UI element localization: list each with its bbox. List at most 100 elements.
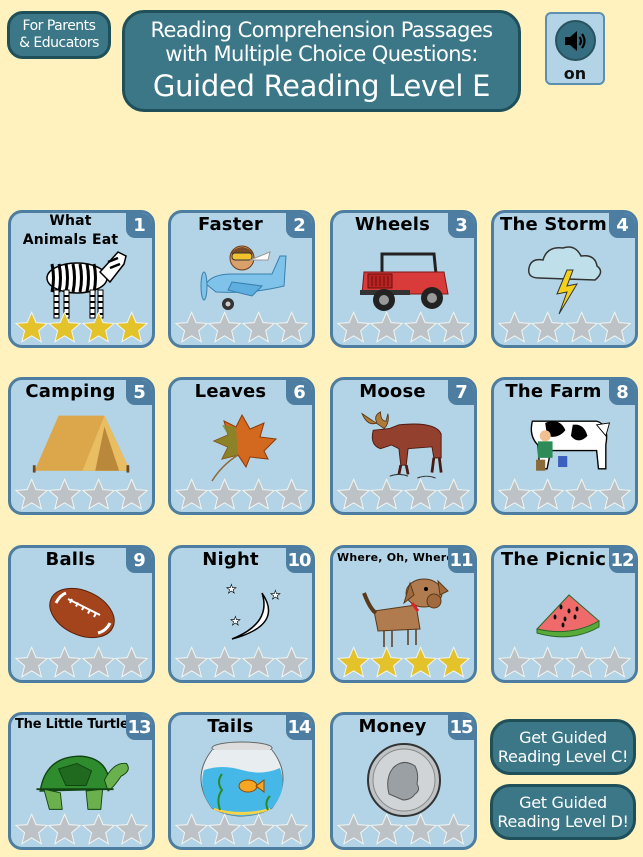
star-empty-icon [208,646,242,678]
storm-cloud-icon [514,239,615,317]
farmer-milking-cow-icon [514,406,615,484]
sound-toggle-button[interactable]: on [545,12,605,85]
story-title: Night [202,549,259,570]
story-card[interactable]: The Picnic 12 [491,545,638,683]
speaker-icon [555,20,596,61]
svg-text:★: ★ [230,614,241,628]
star-empty-icon [531,646,565,678]
for-parents-educators-button[interactable]: For Parents & Educators [7,11,111,59]
star-empty-icon [564,311,598,343]
star-rating [498,478,631,510]
star-empty-icon [597,646,631,678]
star-filled-icon [370,646,404,678]
story-number-badge: 1 [126,213,152,238]
star-rating [175,813,308,845]
star-empty-icon [498,478,532,510]
story-card[interactable]: Faster 2 [168,210,315,348]
story-number-badge: 11 [448,548,474,573]
story-card[interactable]: The Storm 4 [491,210,638,348]
star-empty-icon [241,646,275,678]
moose-icon [353,406,454,484]
star-empty-icon [436,813,470,845]
star-empty-icon [175,813,209,845]
star-empty-icon [15,646,49,678]
story-card[interactable]: What Animals Eat 1 [8,210,155,348]
star-rating [337,311,470,343]
sound-state-label: on [563,64,587,83]
story-card[interactable]: The Little Turtle 13 [8,712,155,850]
star-rating [337,813,470,845]
star-empty-icon [597,311,631,343]
airplane-pilot-icon [191,239,292,317]
maple-leaf-icon [191,406,292,484]
star-empty-icon [241,478,275,510]
story-number-badge: 13 [126,715,152,740]
story-card[interactable]: Leaves 6 [168,377,315,515]
story-title: Leaves [194,381,267,402]
parents-button-line-2: & Educators [19,35,99,51]
story-title: Wheels [354,214,431,235]
star-filled-icon [436,646,470,678]
title-line-1: Reading Comprehension Passages [150,17,494,42]
story-number-badge: 3 [448,213,474,238]
title-banner: Reading Comprehension Passages with Mult… [122,10,521,112]
story-title: Camping [25,381,116,402]
story-title: The Farm [505,381,602,402]
star-empty-icon [337,311,371,343]
star-empty-icon [48,478,82,510]
story-card[interactable]: Wheels 3 [330,210,477,348]
star-empty-icon [403,311,437,343]
get-level-c-button[interactable]: Get Guided Reading Level C! [490,719,636,775]
story-number-badge: 7 [448,380,474,405]
star-empty-icon [208,478,242,510]
story-number-badge: 15 [448,715,474,740]
star-rating [498,646,631,678]
star-empty-icon [175,311,209,343]
star-empty-icon [114,646,148,678]
star-filled-icon [48,311,82,343]
star-rating [15,311,148,343]
story-card[interactable]: Camping 5 [8,377,155,515]
story-card[interactable]: The Farm 8 [491,377,638,515]
story-card[interactable]: Tails 14 [168,712,315,850]
star-empty-icon [114,813,148,845]
star-empty-icon [241,813,275,845]
star-empty-icon [436,311,470,343]
get-level-d-button[interactable]: Get Guided Reading Level D! [490,784,636,840]
star-empty-icon [531,478,565,510]
star-empty-icon [564,646,598,678]
story-card[interactable]: Balls 9 [8,545,155,683]
star-empty-icon [274,813,308,845]
star-empty-icon [436,478,470,510]
parents-button-line-1: For Parents [22,18,96,34]
star-empty-icon [274,646,308,678]
story-card[interactable]: Night 10 ★ ★ ★ [168,545,315,683]
star-empty-icon [81,478,115,510]
star-filled-icon [337,646,371,678]
star-empty-icon [175,646,209,678]
story-card[interactable]: Where, Oh, Where? 11 [330,545,477,683]
story-title: The Picnic [500,549,607,570]
star-rating [175,478,308,510]
star-rating [175,311,308,343]
level-d-line-2: Reading Level D! [497,812,629,831]
story-number-badge: 8 [609,380,635,405]
story-card[interactable]: Money 15 [330,712,477,850]
star-empty-icon [48,646,82,678]
story-title: The Storm [500,214,607,235]
star-empty-icon [48,813,82,845]
star-empty-icon [274,478,308,510]
fishbowl-icon [191,741,292,819]
story-number-badge: 4 [609,213,635,238]
story-card[interactable]: Moose 7 [330,377,477,515]
star-empty-icon [498,311,532,343]
turtle-icon [31,741,132,819]
story-title: The Little Turtle [15,717,129,732]
dime-icon [353,741,454,819]
title-line-2: with Multiple Choice Questions: [165,41,478,66]
star-empty-icon [370,311,404,343]
star-empty-icon [15,813,49,845]
star-empty-icon [531,311,565,343]
star-empty-icon [498,646,532,678]
moon-stars-icon: ★ ★ ★ [191,574,292,652]
